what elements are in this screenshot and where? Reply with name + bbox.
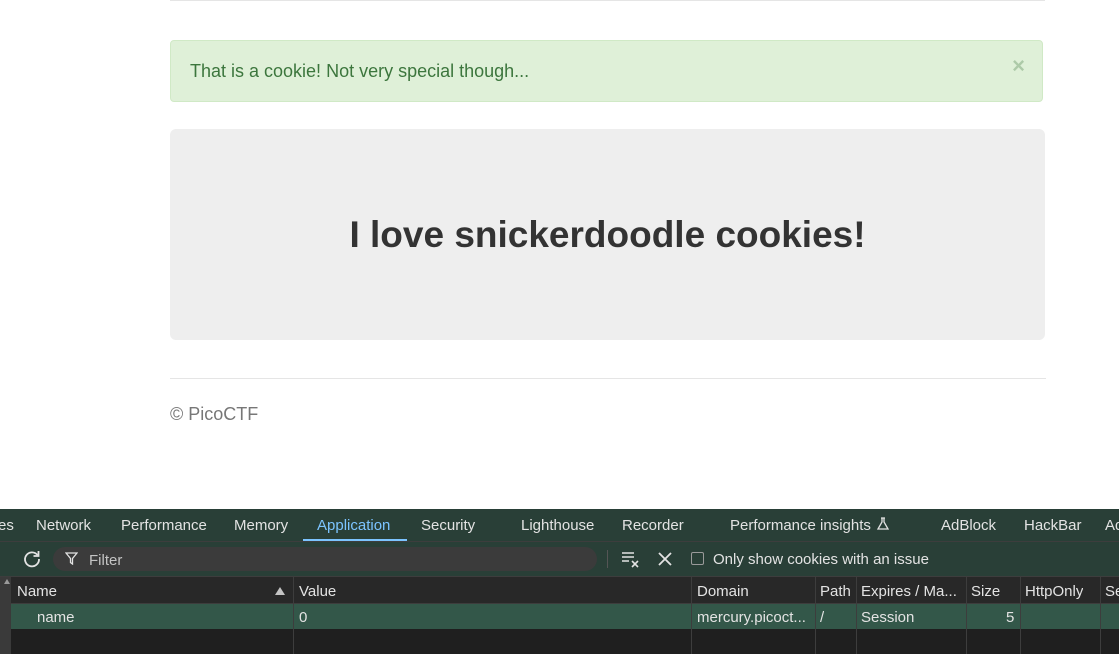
filter-input[interactable] (87, 549, 591, 571)
flask-icon (876, 517, 890, 530)
clear-all-icon[interactable] (620, 549, 640, 569)
alert-message: That is a cookie! Not very special thoug… (190, 61, 530, 81)
cookies-table: Name Value Domain Path Expires / Ma... S… (0, 577, 1119, 654)
column-divider (293, 577, 294, 654)
footer-copyright: © PicoCTF (170, 404, 259, 424)
column-divider (1100, 577, 1101, 654)
page-heading: I love snickerdoodle cookies! (349, 213, 866, 255)
tab-performance-insights-label: Performance insights (730, 517, 871, 534)
col-header-domain[interactable]: Domain (697, 583, 749, 600)
tab-performance[interactable]: Performance (121, 517, 207, 534)
devtools-tab-bar: es Network Performance Memory Applicatio… (0, 509, 1119, 542)
active-tab-indicator (303, 539, 407, 541)
tab-security[interactable]: Security (421, 517, 475, 534)
column-divider (815, 577, 816, 654)
cookies-toolbar: Only show cookies with an issue (0, 542, 1119, 577)
tab-recorder[interactable]: Recorder (622, 517, 684, 534)
cell-name: name (37, 609, 75, 626)
table-scroll-gutter[interactable] (0, 577, 11, 654)
cell-size: 5 (1006, 609, 1015, 626)
refresh-icon[interactable] (22, 549, 42, 569)
devtools-panel: es Network Performance Memory Applicatio… (0, 509, 1119, 654)
tab-application[interactable]: Application (317, 517, 390, 534)
tab-overflow-partial[interactable]: Ad (1105, 517, 1119, 534)
success-alert: That is a cookie! Not very special thoug… (170, 40, 1043, 102)
tab-adblock[interactable]: AdBlock (941, 517, 996, 534)
table-header-row: Name Value Domain Path Expires / Ma... S… (11, 577, 1119, 604)
tab-performance-insights[interactable]: Performance insights (730, 517, 890, 534)
issue-checkbox-label: Only show cookies with an issue (713, 551, 929, 568)
cell-path: / (820, 609, 825, 626)
col-header-secure[interactable]: Se (1105, 583, 1119, 600)
jumbotron: I love snickerdoodle cookies! (170, 129, 1045, 340)
sort-ascending-icon (275, 587, 285, 595)
empty-table-row (11, 629, 1119, 654)
tab-network[interactable]: Network (36, 517, 91, 534)
table-row[interactable]: name 0 mercury.picoct... / Session 5 (11, 604, 1119, 629)
col-header-path[interactable]: Path (820, 583, 851, 600)
filter-box (53, 547, 597, 571)
footer-divider (170, 378, 1046, 379)
tab-sources-partial[interactable]: es (0, 517, 14, 534)
column-divider (1020, 577, 1021, 654)
close-icon[interactable]: × (1012, 55, 1025, 77)
toolbar-divider (607, 550, 608, 568)
tab-hackbar[interactable]: HackBar (1024, 517, 1082, 534)
top-divider (170, 0, 1045, 1)
column-divider (691, 577, 692, 654)
col-header-value[interactable]: Value (299, 583, 336, 600)
cell-value: 0 (299, 609, 308, 626)
col-header-httponly[interactable]: HttpOnly (1025, 583, 1083, 600)
column-divider (966, 577, 967, 654)
col-header-expires[interactable]: Expires / Ma... (861, 583, 963, 600)
column-divider (856, 577, 857, 654)
tab-lighthouse[interactable]: Lighthouse (521, 517, 594, 534)
cell-domain: mercury.picoct... (697, 609, 806, 626)
tab-memory[interactable]: Memory (234, 517, 288, 534)
col-header-name[interactable]: Name (17, 583, 57, 600)
issue-checkbox[interactable] (691, 552, 704, 565)
cell-expires: Session (861, 609, 915, 626)
delete-icon[interactable] (657, 551, 673, 567)
col-header-size[interactable]: Size (971, 583, 1000, 600)
filter-icon (65, 552, 78, 565)
